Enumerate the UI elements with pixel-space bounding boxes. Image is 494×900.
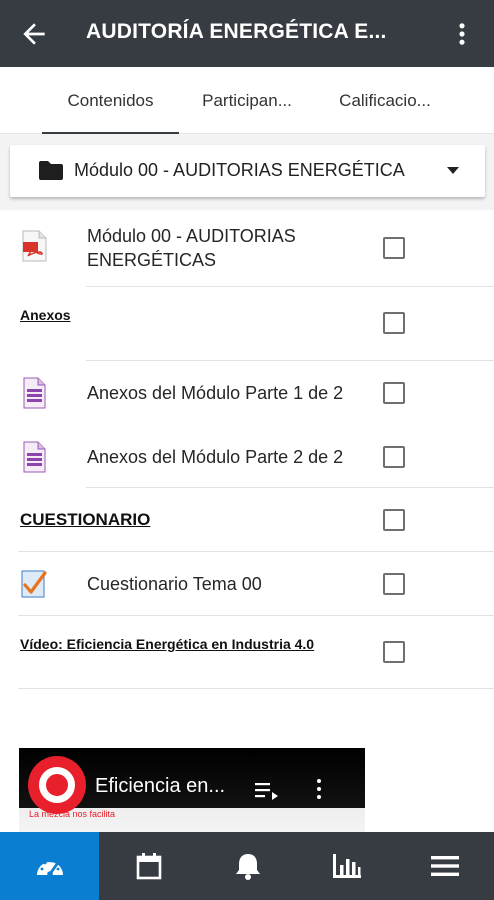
tab-bar: Contenidos Participan... Calificacio... <box>0 67 494 134</box>
tab-label: Calificacio... <box>339 90 431 110</box>
divider <box>18 688 494 689</box>
list-item[interactable]: Cuestionario Tema 00 <box>0 552 494 616</box>
calendar-icon <box>136 853 161 880</box>
completion-checkbox[interactable] <box>383 312 405 334</box>
section-dropdown[interactable]: Módulo 00 - AUDITORIAS ENERGÉTICA <box>10 145 485 197</box>
item-title: Anexos del Módulo Parte 1 de 2 <box>87 383 344 403</box>
list-item: Anexos <box>0 287 494 361</box>
document-file-icon <box>23 441 46 473</box>
completion-checkbox[interactable] <box>383 446 405 468</box>
item-title: Cuestionario Tema 00 <box>87 574 262 594</box>
page-title: AUDITORÍA ENERGÉTICA E... <box>86 20 387 43</box>
list-item[interactable]: Módulo 00 - AUDITORIAS ENERGÉTICAS <box>0 210 494 287</box>
item-title-line1: Módulo 00 - AUDITORIAS <box>87 226 296 246</box>
section-label: Vídeo: Eficiencia Energética en Industri… <box>20 636 315 652</box>
channel-logo-icon <box>28 756 86 814</box>
pdf-file-icon <box>22 230 47 262</box>
tab-label: Contenidos <box>67 90 154 110</box>
nav-calendar[interactable] <box>99 832 198 900</box>
bottom-navigation <box>0 832 494 900</box>
section-selector-band: Módulo 00 - AUDITORIAS ENERGÉTICA <box>0 134 494 210</box>
hamburger-menu-icon <box>431 856 459 876</box>
more-vertical-icon[interactable] <box>315 778 323 800</box>
folder-icon <box>39 161 63 180</box>
video-embed[interactable]: Eficiencia en... La mezcla nos facilita <box>19 748 365 834</box>
playlist-icon[interactable] <box>255 780 279 800</box>
app-bar: AUDITORÍA ENERGÉTICA E... <box>0 0 494 67</box>
caret-down-icon <box>447 167 459 174</box>
completion-checkbox[interactable] <box>383 382 405 404</box>
list-item[interactable]: Anexos del Módulo Parte 2 de 2 <box>0 425 494 488</box>
dashboard-gauge-icon <box>36 859 63 877</box>
arrow-left-icon[interactable] <box>18 18 50 50</box>
completion-checkbox[interactable] <box>383 509 405 531</box>
item-title-line2: ENERGÉTICAS <box>87 250 217 270</box>
tab-participantes[interactable]: Participan... <box>189 67 305 134</box>
section-label: CUESTIONARIO <box>20 510 151 529</box>
section-dropdown-label: Módulo 00 - AUDITORIAS ENERGÉTICA <box>74 160 405 180</box>
tab-label: Participan... <box>202 90 292 110</box>
completion-checkbox[interactable] <box>383 641 405 663</box>
tab-contenidos[interactable]: Contenidos <box>42 67 179 134</box>
video-tagline: La mezcla nos facilita <box>29 809 116 819</box>
quiz-check-icon <box>21 570 47 598</box>
section-label: Anexos <box>20 307 71 323</box>
nav-notifications[interactable] <box>198 832 297 900</box>
list-item: Vídeo: Eficiencia Energética en Industri… <box>0 616 494 689</box>
more-vertical-icon[interactable] <box>448 18 476 50</box>
completion-checkbox[interactable] <box>383 573 405 595</box>
nav-menu[interactable] <box>396 832 494 900</box>
item-title: Anexos del Módulo Parte 2 de 2 <box>87 447 344 467</box>
document-file-icon <box>23 377 46 409</box>
bell-icon <box>235 854 260 880</box>
list-item: CUESTIONARIO <box>0 488 494 552</box>
bar-chart-icon <box>332 854 361 878</box>
list-item[interactable]: Anexos del Módulo Parte 1 de 2 <box>0 361 494 425</box>
completion-checkbox[interactable] <box>383 237 405 259</box>
video-title: Eficiencia en... <box>95 775 226 797</box>
nav-grades[interactable] <box>297 832 396 900</box>
nav-dashboard[interactable] <box>0 832 99 900</box>
tab-calificaciones[interactable]: Calificacio... <box>322 67 448 134</box>
